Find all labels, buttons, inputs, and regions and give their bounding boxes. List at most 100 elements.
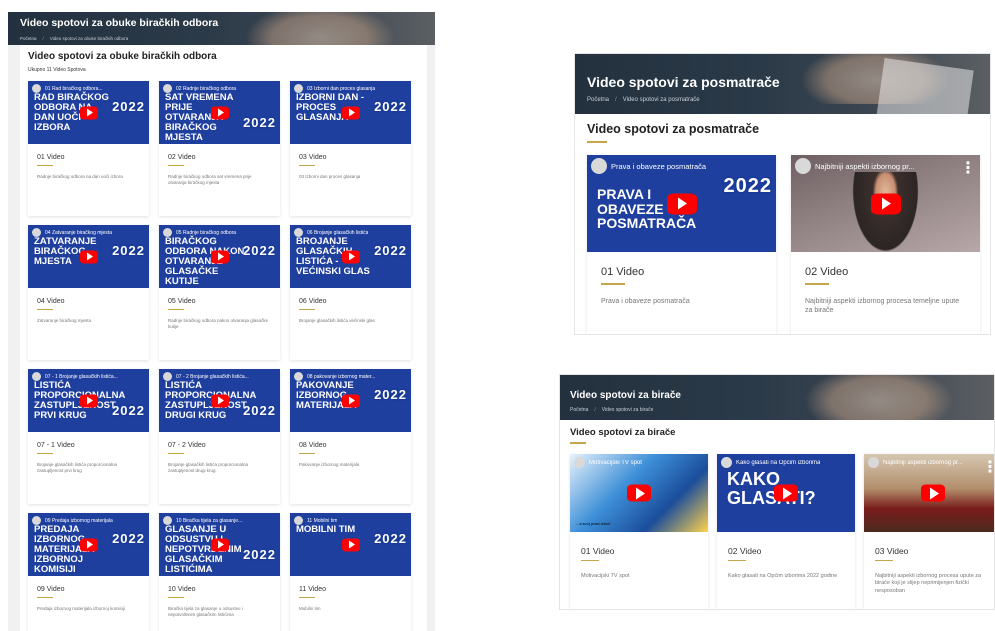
video-card[interactable]: 01 Rad biračkog odbora... RAD BIRAČKOG O… xyxy=(28,81,149,216)
video-card[interactable]: Prava i obaveze posmatrača PRAVA I OBAVE… xyxy=(587,155,776,334)
badge-2022: 2022 xyxy=(243,115,276,130)
video-thumbnail[interactable]: 01 Rad biračkog odbora... RAD BIRAČKOG O… xyxy=(28,81,149,144)
video-number[interactable]: 04 Video xyxy=(37,298,149,305)
video-number[interactable]: 01 Video xyxy=(581,546,708,556)
thumb-title: 08 pakovanje izbornog mater... xyxy=(307,373,376,380)
video-thumbnail[interactable]: Motivacijski TV spot ...a svoj pravi izb… xyxy=(570,454,708,532)
accent-bar xyxy=(299,165,315,166)
video-grid: Prava i obaveze posmatrača PRAVA I OBAVE… xyxy=(587,155,980,334)
video-card[interactable]: 08 pakovanje izbornog mater... PAKOVANJE… xyxy=(290,369,411,504)
video-description: Prava i obaveze posmatrača xyxy=(601,297,690,305)
video-thumbnail[interactable]: 06 Brojanje glasačkih listića BROJANJE G… xyxy=(290,225,411,288)
video-card[interactable]: 09 Predaja izbornog materijala PREDAJA I… xyxy=(28,513,149,631)
play-button-icon[interactable] xyxy=(341,106,360,119)
video-thumbnail[interactable]: Najbitniji aspekti izbornog pr... ⋮ xyxy=(864,454,994,532)
video-number[interactable]: 11 Video xyxy=(299,586,411,593)
video-number[interactable]: 03 Video xyxy=(875,546,994,556)
video-card[interactable]: 02 Radnje biračkog odbora SAT VREMENA PR… xyxy=(159,81,280,216)
video-thumbnail[interactable]: 08 pakovanje izbornog mater... PAKOVANJE… xyxy=(290,369,411,432)
video-card[interactable]: 05 Radnje biračkog odbora BIRAČKOG ODBOR… xyxy=(159,225,280,360)
video-number[interactable]: 02 Video xyxy=(805,266,980,278)
play-button-icon[interactable] xyxy=(666,193,697,214)
thumb-title: 01 Rad biračkog odbora... xyxy=(45,85,103,92)
thumb-text: BIRAČKOG ODBORA NAKON OTVARANJE GLASAČKE… xyxy=(165,236,245,287)
video-number[interactable]: 06 Video xyxy=(299,298,411,305)
video-thumbnail[interactable]: 02 Radnje biračkog odbora SAT VREMENA PR… xyxy=(159,81,280,144)
more-vertical-icon[interactable]: ⋮ xyxy=(960,158,976,178)
channel-avatar-icon xyxy=(868,457,879,468)
accent-bar xyxy=(37,165,53,166)
play-button-icon[interactable] xyxy=(341,394,360,407)
play-button-icon[interactable] xyxy=(79,394,98,407)
video-number[interactable]: 02 Video xyxy=(168,154,280,161)
video-number[interactable]: 07 - 1 Video xyxy=(37,442,149,449)
video-card[interactable]: 06 Brojanje glasačkih listića BROJANJE G… xyxy=(290,225,411,360)
accent-bar xyxy=(299,309,315,310)
video-card[interactable]: Kako glasati na Općim izborima KAKO GLAS… xyxy=(717,454,855,609)
video-thumbnail[interactable]: Najbitniji aspekti izbornog pr... ⋮ xyxy=(791,155,980,252)
badge-2022: 2022 xyxy=(112,403,145,418)
breadcrumb-home-link[interactable]: Početna xyxy=(570,407,588,413)
accent-bar xyxy=(37,309,53,310)
panel-training-videos: Video spotovi za obuke biračkih odbora P… xyxy=(8,12,435,631)
play-button-icon[interactable] xyxy=(79,250,98,263)
video-thumbnail[interactable]: 09 Predaja izbornog materijala PREDAJA I… xyxy=(28,513,149,576)
play-button-icon[interactable] xyxy=(774,484,798,502)
play-button-icon[interactable] xyxy=(341,538,360,551)
video-card[interactable]: Motivacijski TV spot ...a svoj pravi izb… xyxy=(570,454,708,609)
video-thumbnail[interactable]: 07 - 1 Brojanje glasačkih listića... LIS… xyxy=(28,369,149,432)
play-button-icon[interactable] xyxy=(210,394,229,407)
breadcrumb-current: Video spotovi za posmatrače xyxy=(622,97,700,103)
video-thumbnail[interactable]: 10 Biračka tijela za glasanje... GLASANJ… xyxy=(159,513,280,576)
breadcrumb-current: Video spotovi za birače xyxy=(601,407,654,413)
video-number[interactable]: 07 - 2 Video xyxy=(168,442,280,449)
breadcrumb-separator: / xyxy=(42,36,44,41)
video-card[interactable]: 07 - 1 Brojanje glasačkih listića... LIS… xyxy=(28,369,149,504)
badge-2022: 2022 xyxy=(112,243,145,258)
video-grid: Motivacijski TV spot ...a svoj pravi izb… xyxy=(570,454,994,609)
thumb-text: RAD BIRAČKOG ODBORA NA DAN UOČI IZBORA xyxy=(34,92,109,133)
video-card[interactable]: 10 Biračka tijela za glasanje... GLASANJ… xyxy=(159,513,280,631)
video-thumbnail[interactable]: Prava i obaveze posmatrača PRAVA I OBAVE… xyxy=(587,155,776,252)
video-number[interactable]: 10 Video xyxy=(168,586,280,593)
play-button-icon[interactable] xyxy=(341,250,360,263)
video-thumbnail[interactable]: 07 - 2 Brojanje glasačkih listića... LIS… xyxy=(159,369,280,432)
channel-avatar-icon xyxy=(721,457,732,468)
play-button-icon[interactable] xyxy=(210,250,229,263)
more-vertical-icon[interactable]: ⋮ xyxy=(982,457,994,477)
video-card[interactable]: 07 - 2 Brojanje glasačkih listića... LIS… xyxy=(159,369,280,504)
play-button-icon[interactable] xyxy=(210,538,229,551)
accent-bar xyxy=(37,453,53,454)
video-thumbnail[interactable]: 04 Zatvaranje biračkog mjesta ZATVARANJE… xyxy=(28,225,149,288)
video-card[interactable]: Najbitniji aspekti izbornog pr... ⋮ 02 V… xyxy=(791,155,980,334)
video-number[interactable]: 01 Video xyxy=(601,266,776,278)
video-number[interactable]: 08 Video xyxy=(299,442,411,449)
play-button-icon[interactable] xyxy=(210,106,229,119)
breadcrumb-home-link[interactable]: Početna xyxy=(587,97,609,103)
thumb-text: PREDAJA IZBORNOG MATERIJALA IZBORNOJ KOM… xyxy=(34,524,95,575)
play-button-icon[interactable] xyxy=(921,484,945,502)
video-number[interactable]: 09 Video xyxy=(37,586,149,593)
play-button-icon[interactable] xyxy=(79,538,98,551)
video-thumbnail[interactable]: 05 Radnje biračkog odbora BIRAČKOG ODBOR… xyxy=(159,225,280,288)
video-thumbnail[interactable]: 03 Izborni dan proces glasanja IZBORNI D… xyxy=(290,81,411,144)
play-button-icon[interactable] xyxy=(627,484,651,502)
video-number[interactable]: 05 Video xyxy=(168,298,280,305)
play-button-icon[interactable] xyxy=(870,193,901,214)
play-button-icon[interactable] xyxy=(79,106,98,119)
breadcrumb-home-link[interactable]: Početna xyxy=(20,36,37,41)
video-thumbnail[interactable]: 11 Mobilni tim MOBILNI TIM 2022 xyxy=(290,513,411,576)
accent-bar xyxy=(168,165,184,166)
video-card[interactable]: Najbitniji aspekti izbornog pr... ⋮ 03 V… xyxy=(864,454,994,609)
video-card[interactable]: 04 Zatvaranje biračkog mjesta ZATVARANJE… xyxy=(28,225,149,360)
video-card[interactable]: 11 Mobilni tim MOBILNI TIM 2022 11 Video… xyxy=(290,513,411,631)
video-card[interactable]: 03 Izborni dan proces glasanja IZBORNI D… xyxy=(290,81,411,216)
thumb-text: MOBILNI TIM xyxy=(296,524,356,535)
accent-bar xyxy=(168,453,184,454)
main-content: Video spotovi za obuke biračkih odbora U… xyxy=(20,45,427,631)
breadcrumb: Početna / Video spotovi za posmatrače xyxy=(587,97,978,103)
video-number[interactable]: 01 Video xyxy=(37,154,149,161)
video-number[interactable]: 02 Video xyxy=(728,546,855,556)
video-number[interactable]: 03 Video xyxy=(299,154,411,161)
video-thumbnail[interactable]: Kako glasati na Općim izborima KAKO GLAS… xyxy=(717,454,855,532)
